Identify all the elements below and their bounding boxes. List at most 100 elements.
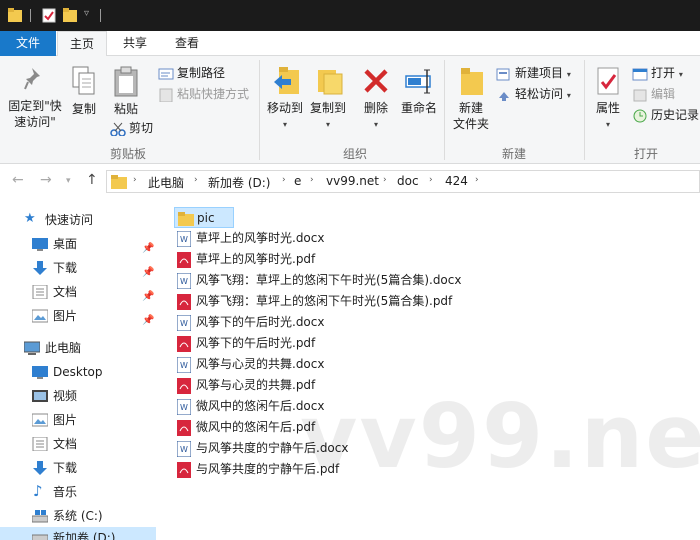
properties-quick-icon[interactable]	[42, 8, 56, 23]
breadcrumb-separator-icon[interactable]: ›	[429, 175, 433, 185]
breadcrumb-doc[interactable]: doc	[397, 174, 419, 188]
edit-button[interactable]: 编辑	[632, 85, 675, 103]
edit-label: 编辑	[651, 87, 676, 101]
rename-icon	[405, 69, 431, 94]
nav-pictures-pinned[interactable]: 图片 📌	[0, 305, 156, 327]
breadcrumb-drive-d[interactable]: 新加卷 (D:)	[208, 174, 270, 191]
nav-pictures-label: 图片	[53, 413, 78, 427]
breadcrumb-vv99[interactable]: vv99.net	[326, 174, 379, 188]
nav-downloads[interactable]: 下载	[0, 457, 156, 479]
address-bar[interactable]: › 此电脑 › 新加卷 (D:) › e › vv99.net › doc › …	[106, 170, 700, 193]
paste-button[interactable]: 粘贴	[106, 64, 146, 124]
word-doc-icon: W	[177, 231, 191, 247]
properties-button[interactable]: 属性 ▾	[590, 64, 626, 134]
music-note-icon: ♪	[33, 482, 43, 500]
tab-share[interactable]: 共享	[110, 31, 160, 56]
properties-icon	[597, 67, 619, 95]
breadcrumb-separator-icon[interactable]: ›	[383, 175, 387, 185]
nav-music-label: 音乐	[53, 485, 78, 499]
breadcrumb-separator-icon[interactable]: ›	[282, 175, 286, 185]
new-item-button[interactable]: 新建项目 ▾	[496, 64, 571, 82]
file-name: 草坪上的风筝时光.docx	[196, 231, 325, 245]
cut-button[interactable]: 剪切	[110, 119, 153, 137]
title-bar: ▿	[0, 0, 700, 31]
file-name: 风筝与心灵的共舞.docx	[196, 357, 325, 371]
file-name: 风筝下的午后时光.docx	[196, 315, 325, 329]
copy-to-button[interactable]: 复制到 ▾	[307, 64, 349, 134]
group-divider	[444, 60, 445, 160]
history-icon	[633, 109, 647, 122]
paste-shortcut-button[interactable]: 粘贴快捷方式	[158, 85, 249, 103]
open-label: 打开	[651, 66, 676, 80]
forward-arrow-icon[interactable]: →	[40, 172, 52, 188]
folder-icon	[178, 212, 194, 226]
ribbon-tabs: 文件 主页 共享 查看	[0, 31, 700, 57]
system-drive-icon	[32, 510, 48, 523]
breadcrumb-e[interactable]: e	[294, 174, 301, 188]
tab-view[interactable]: 查看	[162, 31, 212, 56]
pdf-icon	[177, 294, 191, 310]
breadcrumb-separator-icon[interactable]: ›	[475, 175, 479, 185]
breadcrumb-424[interactable]: 424	[445, 174, 468, 188]
nav-this-pc-label: 此电脑	[45, 341, 82, 355]
file-name: 风筝下的午后时光.pdf	[196, 336, 316, 350]
nav-new-volume-d-label: 新加卷 (D:)	[53, 531, 116, 540]
drive-icon	[32, 534, 48, 540]
nav-this-pc[interactable]: 此电脑	[0, 337, 156, 359]
nav-downloads-pinned[interactable]: 下载 📌	[0, 257, 156, 279]
word-doc-icon: W	[177, 441, 191, 457]
pin-quick-access-button[interactable]: 固定到"快 速访问"	[4, 64, 64, 136]
breadcrumb-this-pc[interactable]: 此电脑	[148, 174, 184, 191]
easy-access-button[interactable]: 轻松访问 ▾	[496, 85, 571, 103]
open-button[interactable]: 打开 ▾	[632, 64, 683, 82]
copy-path-icon	[158, 68, 174, 79]
word-doc-icon: W	[177, 273, 191, 289]
nav-desktop[interactable]: Desktop	[0, 361, 156, 383]
breadcrumb-separator-icon[interactable]: ›	[133, 175, 137, 185]
nav-videos[interactable]: 视频	[0, 385, 156, 407]
rename-button[interactable]: 重命名	[398, 64, 440, 124]
nav-desktop-label: Desktop	[53, 365, 103, 379]
nav-documents-pinned[interactable]: 文档 📌	[0, 281, 156, 303]
paste-shortcut-icon	[159, 88, 173, 102]
customize-toolbar-chevron-icon[interactable]: ▿	[84, 8, 89, 19]
copy-button[interactable]: 复制	[66, 64, 102, 124]
tab-home[interactable]: 主页	[57, 31, 107, 57]
history-button[interactable]: 历史记录	[632, 106, 699, 124]
nav-pictures[interactable]: 图片	[0, 409, 156, 431]
cut-label: 剪切	[129, 121, 154, 135]
file-name: 风筝飞翔：草坪上的悠闲下午时光(5篇合集).pdf	[196, 294, 453, 308]
nav-documents-pinned-label: 文档	[53, 285, 78, 299]
up-arrow-icon[interactable]: ↑	[86, 172, 98, 188]
easy-access-label: 轻松访问	[515, 87, 564, 101]
nav-music[interactable]: ♪ 音乐	[0, 481, 156, 503]
nav-quick-access-label: 快速访问	[45, 213, 94, 227]
nav-quick-access[interactable]: ★ 快速访问	[0, 209, 156, 231]
nav-videos-label: 视频	[53, 389, 78, 403]
delete-button[interactable]: 删除 ▾	[358, 64, 394, 134]
videos-icon	[32, 390, 48, 402]
new-folder-label-1: 新建	[458, 101, 483, 115]
list-item[interactable]: pic	[174, 207, 234, 228]
move-to-button[interactable]: 移动到 ▾	[264, 64, 306, 134]
breadcrumb-separator-icon[interactable]: ›	[194, 175, 198, 185]
nav-desktop-pinned[interactable]: 桌面 📌	[0, 233, 156, 255]
file-name: pic	[197, 211, 215, 225]
breadcrumb-separator-icon[interactable]: ›	[310, 175, 314, 185]
file-name: 微风中的悠闲午后.pdf	[196, 420, 316, 434]
nav-documents-label: 文档	[53, 437, 78, 451]
tab-file[interactable]: 文件	[0, 31, 56, 56]
svg-text:W: W	[180, 277, 188, 286]
svg-text:W: W	[180, 445, 188, 454]
file-name: 风筝飞翔：草坪上的悠闲下午时光(5篇合集).docx	[196, 273, 462, 287]
recent-locations-chevron-icon[interactable]: ▾	[66, 176, 71, 186]
new-folder-quick-icon[interactable]	[63, 8, 77, 23]
copy-path-button[interactable]: 复制路径	[158, 64, 225, 82]
nav-documents[interactable]: 文档	[0, 433, 156, 455]
edit-icon	[633, 89, 647, 101]
nav-system-c[interactable]: 系统 (C:)	[0, 505, 156, 527]
nav-new-volume-d[interactable]: 新加卷 (D:)	[0, 527, 156, 540]
copy-to-icon	[318, 70, 343, 95]
new-folder-button[interactable]: 新建 文件夹	[450, 64, 492, 138]
back-arrow-icon[interactable]: ←	[12, 172, 24, 188]
